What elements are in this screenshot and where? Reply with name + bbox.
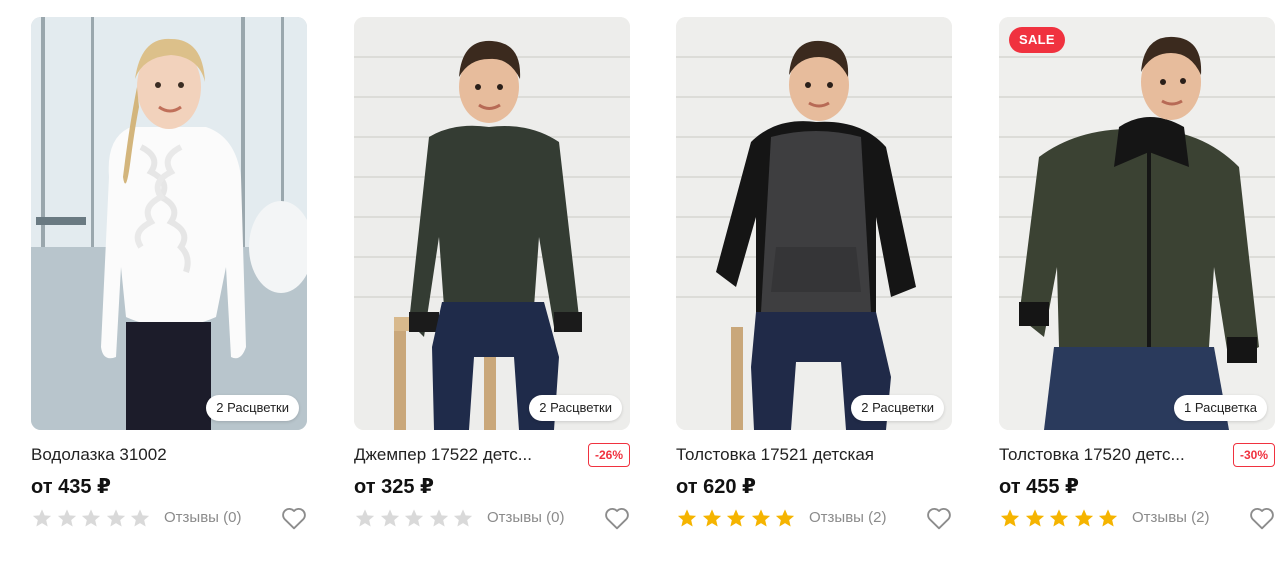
product-image[interactable]: SALE 1 Расцветка — [999, 17, 1275, 430]
star-icon — [725, 508, 747, 528]
reviews-link[interactable]: Отзывы (2) — [1132, 509, 1209, 527]
discount-badge: -26% — [587, 443, 630, 467]
product-title[interactable]: Джемпер 17522 детс... — [354, 443, 532, 467]
product-photo-girl-white-blouse — [31, 17, 307, 430]
colors-count-badge[interactable]: 1 Расцветка — [1174, 395, 1267, 421]
star-icon — [129, 508, 151, 528]
star-icon — [1097, 508, 1119, 528]
product-card[interactable]: 2 Расцветки Толстовка 17521 детская от 6… — [676, 17, 952, 537]
rating-stars — [999, 508, 1122, 528]
star-icon — [354, 508, 376, 528]
product-photo-boy-green-sweater — [354, 17, 630, 430]
colors-count-badge[interactable]: 2 Расцветки — [529, 395, 622, 421]
star-icon — [1073, 508, 1095, 528]
star-icon — [999, 508, 1021, 528]
heart-outline-icon[interactable] — [604, 506, 630, 530]
product-title[interactable]: Водолазка 31002 — [31, 443, 167, 467]
star-icon — [750, 508, 772, 528]
product-title-row: Толстовка 17520 детс... -30% — [999, 443, 1275, 467]
reviews-link[interactable]: Отзывы (0) — [487, 509, 564, 527]
product-grid: 2 Расцветки Водолазка 31002 от 435 ₽ Отз… — [31, 17, 1280, 557]
star-icon — [403, 508, 425, 528]
rating-stars — [354, 508, 477, 528]
rating-row: Отзывы (0) — [31, 505, 307, 531]
heart-outline-icon[interactable] — [281, 506, 307, 530]
product-title-row: Водолазка 31002 — [31, 443, 307, 467]
star-icon — [452, 508, 474, 528]
product-price: от 620 ₽ — [676, 476, 756, 498]
heart-outline-icon[interactable] — [1249, 506, 1275, 530]
product-image[interactable]: 2 Расцветки — [354, 17, 630, 430]
product-title-row: Джемпер 17522 детс... -26% — [354, 443, 630, 467]
reviews-link[interactable]: Отзывы (0) — [164, 509, 241, 527]
product-photo-boy-grey-hoodie — [676, 17, 952, 430]
star-icon — [701, 508, 723, 528]
star-icon — [774, 508, 796, 528]
star-icon — [676, 508, 698, 528]
star-icon — [1048, 508, 1070, 528]
product-price: от 325 ₽ — [354, 476, 434, 498]
rating-row: Отзывы (2) — [676, 505, 952, 531]
product-price: от 455 ₽ — [999, 476, 1079, 498]
colors-count-badge[interactable]: 2 Расцветки — [206, 395, 299, 421]
product-title[interactable]: Толстовка 17520 детс... — [999, 443, 1185, 467]
star-icon — [428, 508, 450, 528]
sale-badge: SALE — [1009, 27, 1065, 53]
product-photo-boy-zip-hoodie — [999, 17, 1275, 430]
star-icon — [1024, 508, 1046, 528]
star-icon — [80, 508, 102, 528]
star-icon — [379, 508, 401, 528]
product-image[interactable]: 2 Расцветки — [676, 17, 952, 430]
product-card[interactable]: 2 Расцветки Джемпер 17522 детс... -26% о… — [354, 17, 630, 537]
product-title-row: Толстовка 17521 детская — [676, 443, 952, 467]
product-price: от 435 ₽ — [31, 476, 111, 498]
product-card[interactable]: 2 Расцветки Водолазка 31002 от 435 ₽ Отз… — [31, 17, 307, 537]
star-icon — [56, 508, 78, 528]
rating-stars — [676, 508, 799, 528]
rating-row: Отзывы (2) — [999, 505, 1275, 531]
colors-count-badge[interactable]: 2 Расцветки — [851, 395, 944, 421]
product-title[interactable]: Толстовка 17521 детская — [676, 443, 874, 467]
product-image[interactable]: 2 Расцветки — [31, 17, 307, 430]
product-card[interactable]: SALE 1 Расцветка Толстовка 17520 детс...… — [999, 17, 1275, 537]
heart-outline-icon[interactable] — [926, 506, 952, 530]
star-icon — [31, 508, 53, 528]
rating-row: Отзывы (0) — [354, 505, 630, 531]
discount-badge: -30% — [1232, 443, 1275, 467]
star-icon — [105, 508, 127, 528]
rating-stars — [31, 508, 154, 528]
reviews-link[interactable]: Отзывы (2) — [809, 509, 886, 527]
